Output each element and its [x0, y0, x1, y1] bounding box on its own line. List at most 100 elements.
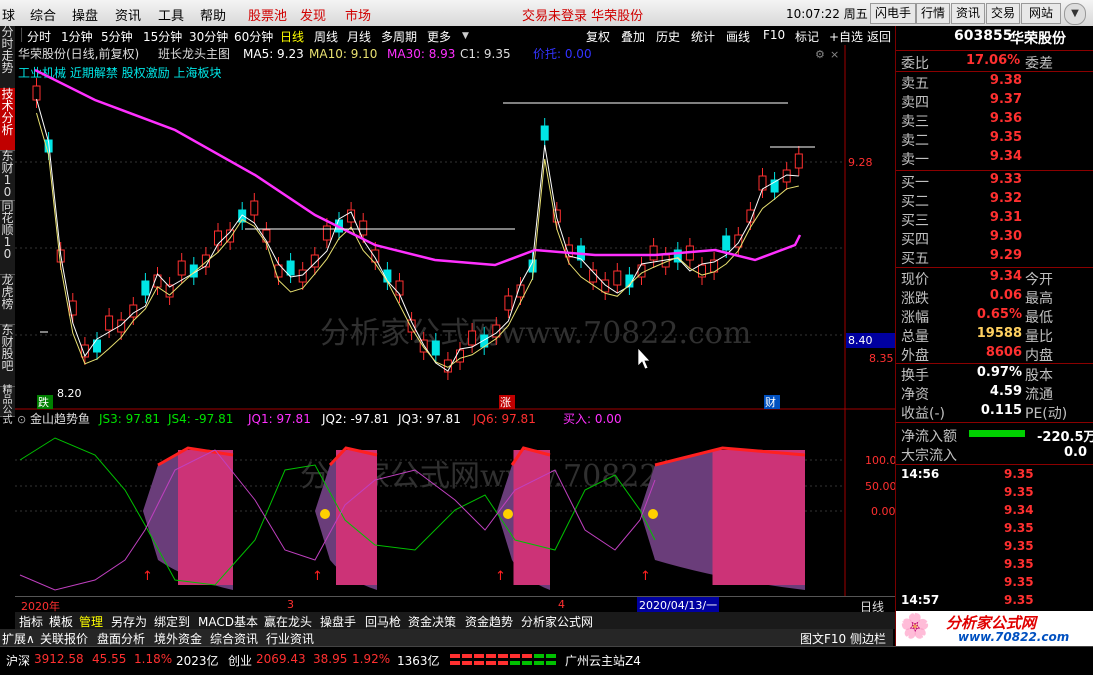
menu-item-0[interactable]: 球 — [2, 5, 15, 24]
watermark: 分析家公式网www.70822.com — [320, 316, 751, 351]
more-dropdown-icon[interactable]: ▼ — [462, 31, 469, 41]
ask-row-1: 卖一 9.34 — [896, 148, 1093, 168]
tab-manage[interactable]: 管理 — [79, 613, 103, 630]
footer-market-analysis[interactable]: 盘面分析 — [97, 630, 145, 647]
formula-name[interactable]: 班长龙头主图 — [158, 47, 230, 61]
menu-item-discover[interactable]: 发现 — [300, 5, 326, 24]
menu-item-zixun[interactable]: 资讯 — [115, 5, 141, 24]
breadth-bar — [462, 661, 472, 665]
tab-macd[interactable]: MACD基本 — [198, 613, 258, 630]
tool-mark[interactable]: 标记 — [795, 28, 819, 45]
tool-add-favorite[interactable]: +自选 — [829, 28, 863, 45]
left-tab-ths10[interactable]: 同花顺10 — [0, 200, 15, 275]
menu-item-stock-pool[interactable]: 股票池 — [248, 5, 287, 24]
tool-statistics[interactable]: 统计 — [691, 28, 715, 45]
status-sh-label[interactable]: 沪深 — [6, 652, 30, 669]
tab-horse-spear[interactable]: 回马枪 — [365, 613, 401, 630]
quote-row-3-label: 总量 — [901, 329, 929, 345]
tick-price: 9.35 — [1004, 575, 1034, 589]
menu-item-market[interactable]: 市场 — [345, 5, 371, 24]
tool-fuquan[interactable]: 复权 — [586, 28, 610, 45]
left-tab-technical[interactable]: 技术分析 — [0, 88, 15, 151]
tab-fund-decision[interactable]: 资金决策 — [408, 613, 456, 630]
period-monthly[interactable]: 月线 — [347, 28, 371, 45]
settings-icon[interactable]: ⚙ — [815, 48, 825, 61]
bid-list: 买一 9.33 买二 9.32 买三 9.31 买四 9.30 买五 9.29 — [896, 171, 1093, 267]
tab-template[interactable]: 模板 — [49, 613, 73, 630]
login-status[interactable]: 交易未登录 华荣股份 — [522, 5, 643, 24]
footer-expand[interactable]: 扩展∧ — [2, 630, 35, 647]
status-sh-change: 45.55 — [92, 652, 127, 666]
left-tab-guba[interactable]: 东财股吧 — [0, 324, 15, 387]
quotes-button[interactable]: 行情 — [916, 3, 950, 24]
footer-foreign-funds[interactable]: 境外资金 — [154, 630, 202, 647]
period-daily[interactable]: 日线 — [280, 28, 304, 45]
period-weekly[interactable]: 周线 — [314, 28, 338, 45]
bid-row-5-value: 9.29 — [989, 248, 1022, 263]
period-more[interactable]: 更多 — [427, 28, 451, 45]
tab-fund-trend[interactable]: 资金趋势 — [465, 613, 513, 630]
trade-button[interactable]: 交易 — [986, 3, 1020, 24]
support-label: 价托: 0.00 — [533, 47, 592, 61]
status-cy-label[interactable]: 创业 — [228, 652, 252, 669]
tool-back[interactable]: 返回 — [867, 28, 891, 45]
fish-fin — [712, 450, 805, 585]
indicator-name[interactable]: 金山趋势鱼 — [30, 411, 90, 426]
period-timeshare[interactable]: 分时 — [27, 28, 51, 45]
period-15min[interactable]: 15分钟 — [143, 28, 182, 45]
tab-trader[interactable]: 操盘手 — [320, 613, 356, 630]
footer-news[interactable]: 综合资讯 — [210, 630, 258, 647]
lightning-hand-button[interactable]: 闪电手 — [870, 3, 916, 24]
left-tab-timeshare[interactable]: 分时走势 — [0, 26, 15, 89]
ask-row-3-label: 卖三 — [901, 114, 929, 130]
candle — [177, 260, 186, 276]
tab-indicator[interactable]: 指标 — [19, 613, 43, 630]
news-button[interactable]: 资讯 — [951, 3, 985, 24]
menu-item-gongju[interactable]: 工具 — [158, 5, 184, 24]
menu-item-caopan[interactable]: 操盘 — [72, 5, 98, 24]
left-tab-dragon-tiger[interactable]: 龙虎榜 — [0, 274, 15, 325]
footer-sidebar[interactable]: 侧边栏 — [850, 630, 886, 647]
period-30min[interactable]: 30分钟 — [189, 28, 228, 45]
fund-row-2-label: 收益(-) — [901, 406, 945, 422]
buy-arrow-icon: ↑ — [142, 569, 153, 584]
menu-item-bangzhu[interactable]: 帮助 — [200, 5, 226, 24]
footer-industry-news[interactable]: 行业资讯 — [266, 630, 314, 647]
ask-row-3-value: 9.36 — [989, 111, 1022, 126]
status-server[interactable]: 广州云主站Z4 — [565, 652, 641, 669]
tick-list[interactable]: 14:56 9.35 9.35 9.34 9.35 9.35 9.35 9.35 14:57 9.… — [896, 466, 1093, 611]
jq3-label: JQ3: 97.81 — [397, 412, 461, 426]
menu-item-zonghe[interactable]: 综合 — [30, 5, 56, 24]
quote-row-3-label2: 量比 — [1025, 329, 1053, 345]
jq2-label: JQ2: -97.81 — [321, 412, 389, 426]
indicator-chart[interactable]: ⊙ 金山趋势鱼 JS3: 97.81 JS4: -97.81 JQ1: 97.8… — [15, 410, 895, 596]
left-tab-dongcai10[interactable]: 东财10 — [0, 150, 15, 201]
window-control-icon[interactable]: ▼ — [1064, 3, 1086, 25]
period-multi[interactable]: 多周期 — [381, 28, 417, 45]
close-chart-icon[interactable]: × — [830, 48, 839, 61]
website-button[interactable]: 网站 — [1021, 3, 1061, 24]
period-60min[interactable]: 60分钟 — [234, 28, 273, 45]
footer-related-quotes[interactable]: 关联报价 — [40, 630, 88, 647]
ma30-label: MA30: 8.93 — [387, 47, 455, 61]
footer-tab-bar: 扩展∧ 关联报价 盘面分析 境外资金 综合资讯 行业资讯 图文F10 侧边栏 — [0, 629, 893, 646]
period-1min[interactable]: 1分钟 — [61, 28, 93, 45]
tool-draw[interactable]: 画线 — [726, 28, 750, 45]
left-tab-formula[interactable]: 精品公式 — [0, 386, 15, 426]
breadth-bar — [522, 654, 532, 658]
date-march: 3 — [287, 598, 294, 611]
tab-save-as[interactable]: 另存为 — [111, 613, 147, 630]
indicator-collapse-icon[interactable]: ⊙ — [17, 413, 26, 426]
ask-row-1-value: 9.34 — [989, 149, 1022, 164]
tool-history[interactable]: 历史 — [656, 28, 680, 45]
tool-f10[interactable]: F10 — [763, 28, 785, 42]
weicha-label: 委差 — [1025, 56, 1053, 72]
fund-row-0-label: 换手 — [901, 368, 929, 384]
period-5min[interactable]: 5分钟 — [101, 28, 133, 45]
tab-dragon-head[interactable]: 赢在龙头 — [264, 613, 312, 630]
tab-bind[interactable]: 绑定到 — [154, 613, 190, 630]
tool-overlay[interactable]: 叠加 — [621, 28, 645, 45]
price-chart[interactable]: 华荣股份(日线,前复权) 班长龙头主图 MA5: 9.23 MA10: 9.10… — [15, 45, 895, 410]
footer-f10-text[interactable]: 图文F10 — [800, 630, 846, 647]
tab-formula-site[interactable]: 分析家公式网 — [521, 613, 593, 630]
